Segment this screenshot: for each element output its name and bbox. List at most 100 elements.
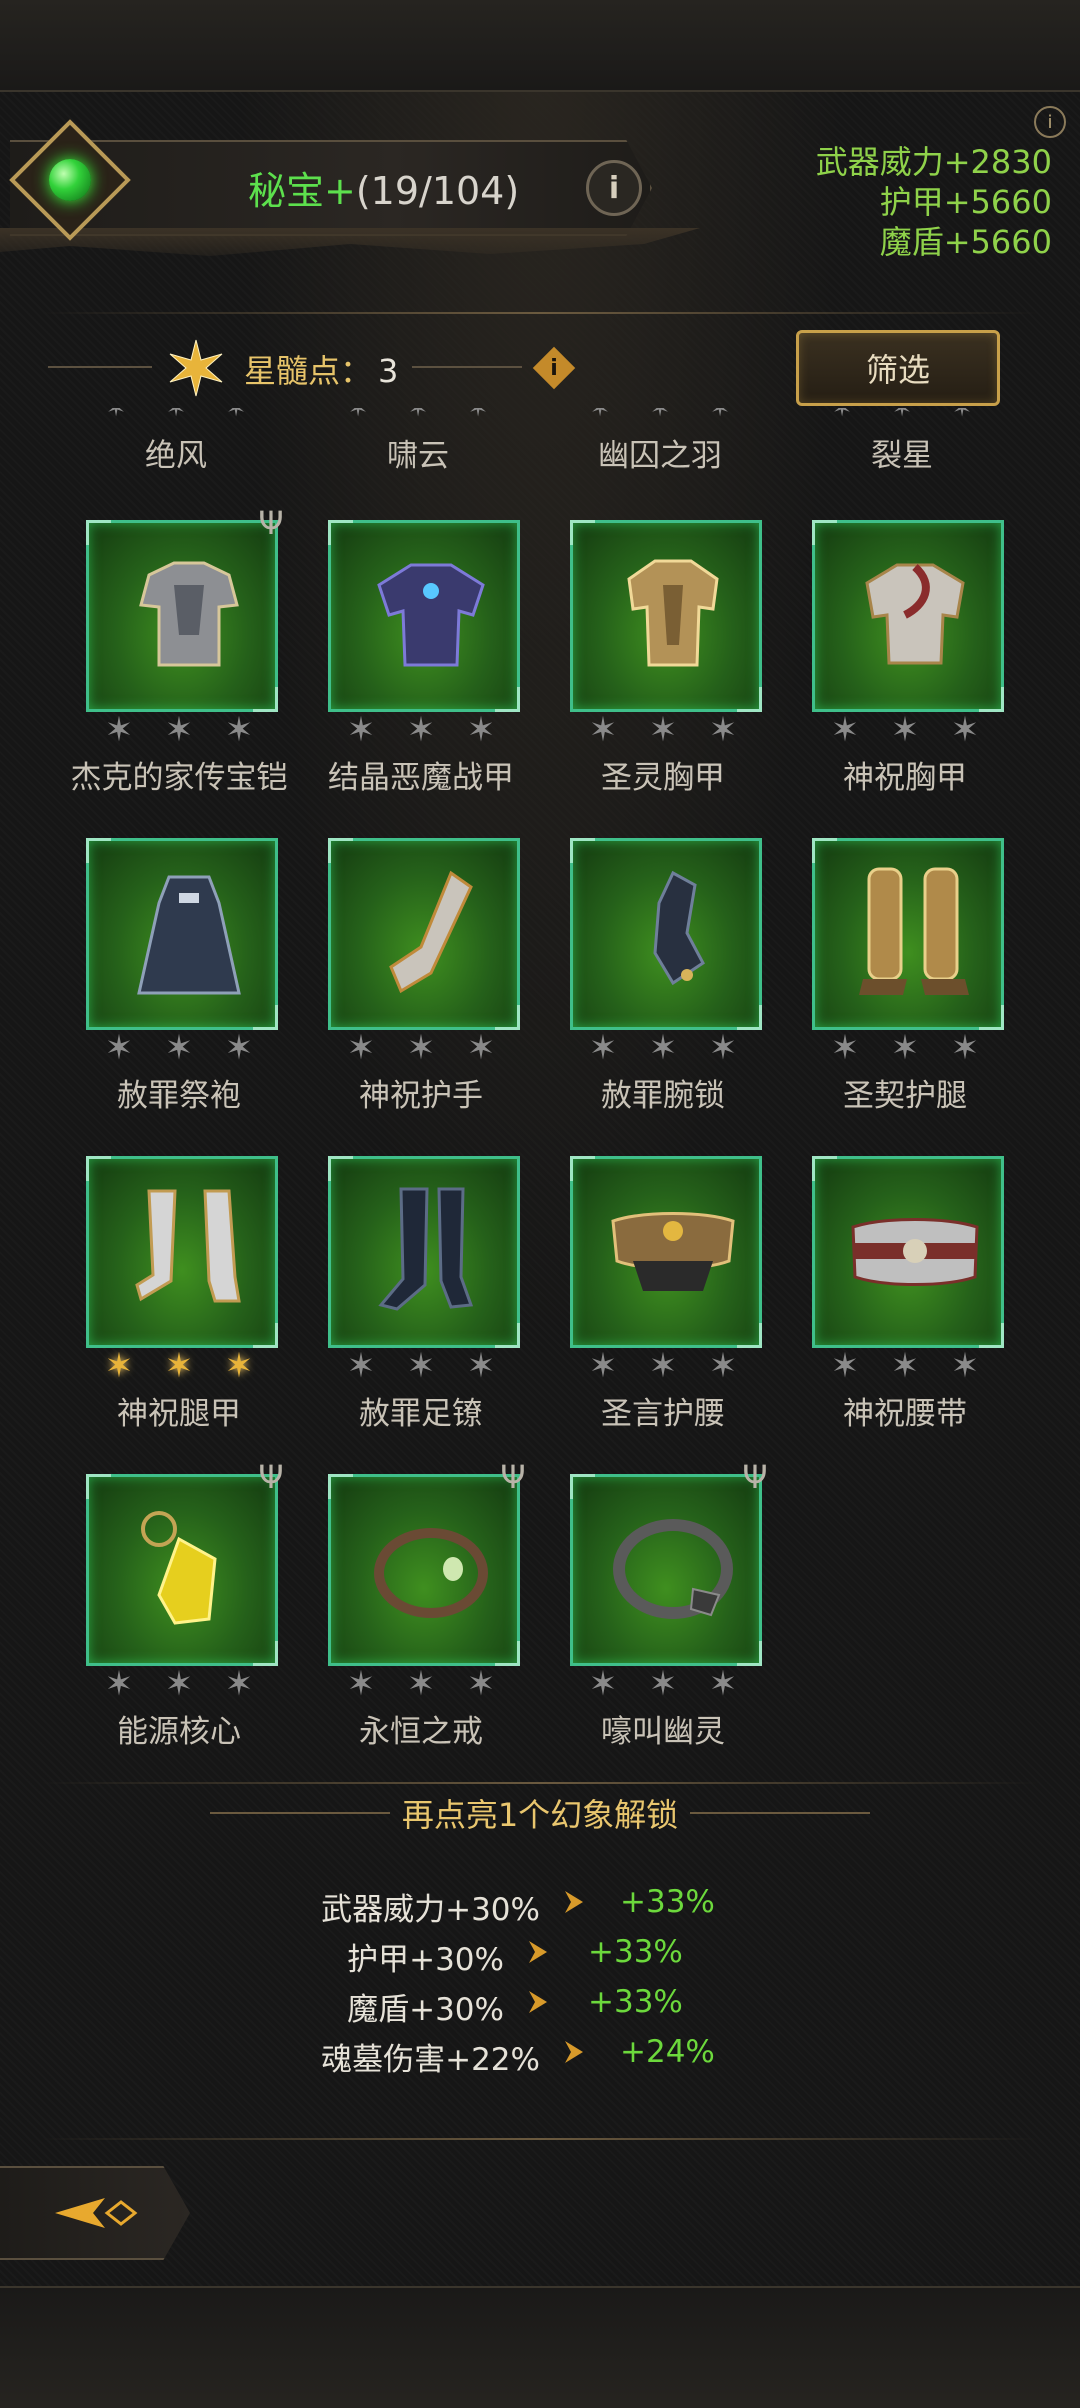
item-card[interactable]: Ψ ✶ ✶ ✶ 杰克的家传宝铠 (71, 504, 288, 820)
stars-row: ✶ ✶ ✶ (802, 408, 1002, 422)
star-icon: ✶ (890, 710, 920, 750)
star-icon: ✶ (708, 1664, 738, 1704)
star-icon: ✶ (830, 710, 860, 750)
partial-item[interactable]: ✶ ✶ ✶ 啸云 (318, 408, 518, 475)
treasure-emblem-icon[interactable] (9, 119, 131, 241)
item-card[interactable]: ✶ ✶ ✶ 赦罪腕锁 (560, 838, 762, 1138)
star-icon: ✶ (406, 1664, 436, 1704)
item-card[interactable]: ✶ ✶ ✶ 神祝胸甲 (802, 520, 1004, 820)
item-name: 嚎叫幽灵 (601, 1714, 725, 1750)
waist-guard-icon (603, 1181, 743, 1321)
item-name: 赦罪足镣 (359, 1396, 483, 1432)
item-tile[interactable]: Ψ (86, 1458, 284, 1666)
corner-info-icon[interactable]: i (1034, 106, 1066, 138)
item-tile[interactable] (570, 838, 762, 1030)
star-icon: ✶ (224, 1664, 254, 1704)
star-icon: ✶ (890, 1028, 920, 1068)
star-icon: ✶ (104, 710, 134, 750)
stars-row: ✶ ✶ ✶ (812, 1348, 998, 1388)
partial-row: ✶ ✶ ✶ 绝风 ✶ ✶ ✶ 啸云 ✶ ✶ ✶ 幽囚之羽 ✶ ✶ ✶ 裂星 (0, 408, 1080, 478)
item-tile[interactable] (328, 1156, 520, 1348)
item-name: 神祝胸甲 (843, 760, 967, 796)
item-tile[interactable] (812, 838, 1004, 1030)
item-card[interactable]: ✶ ✶ ✶ 赦罪足镣 (318, 1156, 520, 1456)
item-card[interactable]: ✶ ✶ ✶ 圣言护腰 (560, 1156, 762, 1456)
item-card[interactable]: ✶ ✶ ✶ 赦罪祭袍 (76, 838, 278, 1138)
item-tile[interactable]: Ψ (328, 1458, 526, 1666)
item-card[interactable]: ✶ ✶ ✶ 圣契护腿 (802, 838, 1004, 1138)
star-icon: ✶ (104, 1346, 134, 1386)
greaves-icon (845, 863, 985, 1003)
wolf-ring-icon (603, 1499, 743, 1639)
star-icon: ✶ (708, 1346, 738, 1386)
stars-row: ✶ ✶ ✶ (570, 712, 756, 752)
item-card[interactable]: ✶ ✶ ✶ 结晶恶魔战甲 (318, 520, 520, 820)
item-tile[interactable]: Ψ (570, 1458, 768, 1666)
stars-row: ✶ ✶ ✶ (560, 408, 760, 422)
bonus-label: 护甲+30% (347, 1942, 504, 1978)
item-name: 圣契护腿 (843, 1078, 967, 1114)
leg-armor-icon (119, 1181, 259, 1321)
item-name: 裂星 (871, 438, 933, 474)
item-card[interactable]: Ψ ✶ ✶ ✶ 嚎叫幽灵 (560, 1458, 768, 1774)
stat-line: 护甲+5660 (879, 183, 1052, 221)
item-card[interactable]: ✶ ✶ ✶ 神祝腿甲 (76, 1156, 278, 1456)
panel-bottom-divider (40, 2138, 1040, 2140)
trident-icon: Ψ (742, 1458, 768, 1496)
item-tile[interactable] (86, 1156, 278, 1348)
item-tile[interactable] (328, 520, 520, 712)
star-icon: ✶ (104, 1028, 134, 1068)
partial-item[interactable]: ✶ ✶ ✶ 幽囚之羽 (560, 408, 760, 475)
item-tile[interactable] (812, 520, 1004, 712)
wrist-chain-icon (603, 863, 743, 1003)
item-card[interactable]: ✶ ✶ ✶ 神祝护手 (318, 838, 520, 1138)
star-icon: ✶ (104, 1664, 134, 1704)
star-info-icon[interactable]: i (532, 346, 576, 390)
back-button[interactable] (0, 2166, 190, 2260)
crystal-armor-icon (361, 545, 501, 685)
blessed-breastplate-icon (845, 545, 985, 685)
partial-item[interactable]: ✶ ✶ ✶ 绝风 (76, 408, 276, 475)
partial-item[interactable]: ✶ ✶ ✶ 裂星 (802, 408, 1002, 475)
arrow-icon (560, 1888, 588, 1916)
star-icon: ✶ (105, 408, 127, 422)
star-icon: ✶ (588, 1028, 618, 1068)
item-name: 圣灵胸甲 (601, 760, 725, 796)
item-card[interactable]: ✶ ✶ ✶ 神祝腰带 (802, 1156, 1004, 1456)
star-burst-icon (166, 338, 226, 398)
item-tile[interactable] (86, 838, 278, 1030)
holy-breastplate-icon (603, 545, 743, 685)
unlock-bonus-panel: 再点亮1个幻象解锁 武器威力+30% +33% 护甲+30% +33% 魔盾+3… (40, 1790, 1040, 2130)
star-icon: ✶ (830, 1346, 860, 1386)
star-icon: ✶ (225, 408, 247, 422)
arrow-icon (524, 1938, 552, 1966)
item-tile[interactable] (570, 520, 762, 712)
item-card[interactable]: ✶ ✶ ✶ 圣灵胸甲 (560, 520, 762, 820)
stars-row: ✶ ✶ ✶ (76, 408, 276, 422)
star-icon: ✶ (165, 408, 187, 422)
star-icon: ✶ (407, 408, 429, 422)
header-divider (40, 312, 1040, 314)
star-icon: ✶ (346, 1028, 376, 1068)
star-icon: ✶ (406, 1028, 436, 1068)
filter-button[interactable]: 筛选 (796, 330, 1000, 406)
stars-row: ✶ ✶ ✶ (86, 1030, 272, 1070)
item-card[interactable]: Ψ ✶ ✶ ✶ 能源核心 (76, 1458, 284, 1774)
star-icon: ✶ (164, 1346, 194, 1386)
item-tile[interactable] (570, 1156, 762, 1348)
item-tile[interactable] (328, 838, 520, 1030)
bonus-label: 魂墓伤害+22% (321, 2042, 540, 2078)
star-icon: ✶ (224, 1028, 254, 1068)
bonus-row: 武器威力+30% +33% (40, 1884, 1040, 1932)
star-icon: ✶ (466, 1028, 496, 1068)
item-tile[interactable] (812, 1156, 1004, 1348)
item-tile[interactable]: Ψ (86, 504, 284, 712)
bottom-ornament (0, 2286, 1080, 2408)
star-icon: ✶ (648, 1346, 678, 1386)
title-count: (19/104) (355, 169, 520, 213)
item-name: 圣言护腰 (601, 1396, 725, 1432)
stars-row: ✶ ✶ ✶ (328, 1666, 514, 1706)
info-icon[interactable]: i (586, 160, 642, 216)
trident-icon: Ψ (500, 1458, 526, 1496)
item-card[interactable]: Ψ ✶ ✶ ✶ 永恒之戒 (318, 1458, 526, 1774)
